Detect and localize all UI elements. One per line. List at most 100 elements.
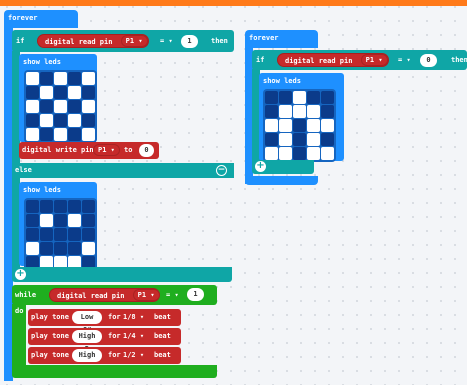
beat-dropdown[interactable]: 1/2 ▾ [123,351,144,360]
play-tone-block-2[interactable]: play tone High D for 1/4 ▾ beat [28,328,181,353]
compare-dropdown-a[interactable]: = ▾ [160,37,173,46]
led-cell[interactable] [40,128,53,141]
led-cell[interactable] [307,147,320,160]
led-cell[interactable] [26,114,39,127]
while-pin-dropdown[interactable]: P1 ▾ [132,289,160,301]
minus-circle-icon[interactable]: − [216,165,227,176]
compare-dropdown-b[interactable]: = ▾ [398,56,411,65]
while-read-pin-block[interactable]: digital read pin P1 ▾ [49,288,160,302]
write-value-a[interactable]: 0 [139,144,154,157]
led-grid-else[interactable] [24,198,97,271]
beat-dropdown[interactable]: 1/4 ▾ [123,332,144,341]
led-cell[interactable] [293,105,306,118]
note-field[interactable]: Low G# [72,311,102,334]
plus-circle-icon[interactable]: + [255,161,266,172]
led-cell[interactable] [265,147,278,160]
led-cell[interactable] [321,91,334,104]
led-cell[interactable] [279,119,292,132]
led-cell[interactable] [54,128,67,141]
led-grid-a[interactable] [24,70,97,143]
digital-read-pin-block-a[interactable]: digital read pin P1 ▾ [37,34,149,48]
note-field[interactable]: High E [72,349,102,372]
led-cell[interactable] [279,91,292,104]
led-cell[interactable] [265,119,278,132]
led-cell[interactable] [265,133,278,146]
led-cell[interactable] [307,91,320,104]
triangle-down-icon: ▾ [139,313,145,321]
play-tone-block-3[interactable]: play tone High E for 1/2 ▾ beat [28,347,181,372]
led-cell[interactable] [82,72,95,85]
led-cell[interactable] [307,119,320,132]
note-field[interactable]: High D [72,330,102,353]
led-cell[interactable] [26,200,39,213]
led-cell[interactable] [307,133,320,146]
led-cell[interactable] [265,105,278,118]
while-compare-dropdown[interactable]: = ▾ [166,291,179,300]
led-cell[interactable] [321,119,334,132]
led-cell[interactable] [40,228,53,241]
compare-value-a[interactable]: 1 [181,35,198,48]
led-cell[interactable] [68,86,81,99]
led-cell[interactable] [68,100,81,113]
while-value[interactable]: 1 [187,288,204,301]
led-cell[interactable] [54,86,67,99]
led-cell[interactable] [40,86,53,99]
led-cell[interactable] [293,147,306,160]
led-cell[interactable] [40,242,53,255]
write-pin-dropdown-a[interactable]: P1 ▾ [93,144,120,156]
led-cell[interactable] [293,133,306,146]
led-cell[interactable] [40,200,53,213]
led-cell[interactable] [26,128,39,141]
led-cell[interactable] [40,114,53,127]
led-cell[interactable] [82,214,95,227]
led-cell[interactable] [54,228,67,241]
led-cell[interactable] [321,133,334,146]
led-cell[interactable] [68,242,81,255]
led-cell[interactable] [26,242,39,255]
led-cell[interactable] [40,100,53,113]
compare-value-b[interactable]: 0 [420,54,437,67]
led-cell[interactable] [68,72,81,85]
led-cell[interactable] [279,105,292,118]
led-cell[interactable] [82,242,95,255]
led-cell[interactable] [68,114,81,127]
led-cell[interactable] [82,114,95,127]
led-cell[interactable] [54,114,67,127]
pin-dropdown-a[interactable]: P1 ▾ [120,35,148,47]
led-cell[interactable] [54,214,67,227]
led-cell[interactable] [26,100,39,113]
led-cell[interactable] [279,133,292,146]
led-cell[interactable] [26,72,39,85]
digital-read-pin-block-b[interactable]: digital read pin P1 ▾ [277,53,389,67]
led-cell[interactable] [82,228,95,241]
led-cell[interactable] [26,214,39,227]
led-cell[interactable] [68,228,81,241]
led-cell[interactable] [321,105,334,118]
pin-dropdown-b[interactable]: P1 ▾ [360,54,388,66]
led-cell[interactable] [82,200,95,213]
led-cell[interactable] [82,100,95,113]
led-cell[interactable] [54,242,67,255]
led-cell[interactable] [82,128,95,141]
led-cell[interactable] [26,86,39,99]
plus-circle-icon[interactable]: + [15,269,26,280]
play-tone-block-1[interactable]: play tone Low G# for 1/8 ▾ beat [28,309,181,334]
led-cell[interactable] [54,100,67,113]
beat-dropdown[interactable]: 1/8 ▾ [123,313,144,322]
led-cell[interactable] [321,147,334,160]
led-grid-b[interactable] [263,89,336,162]
led-cell[interactable] [54,72,67,85]
led-cell[interactable] [293,119,306,132]
led-cell[interactable] [68,214,81,227]
led-cell[interactable] [40,214,53,227]
led-cell[interactable] [265,91,278,104]
led-cell[interactable] [40,72,53,85]
led-cell[interactable] [307,105,320,118]
led-cell[interactable] [26,228,39,241]
led-cell[interactable] [68,128,81,141]
led-cell[interactable] [54,200,67,213]
led-cell[interactable] [279,147,292,160]
led-cell[interactable] [68,200,81,213]
led-cell[interactable] [82,86,95,99]
led-cell[interactable] [293,91,306,104]
